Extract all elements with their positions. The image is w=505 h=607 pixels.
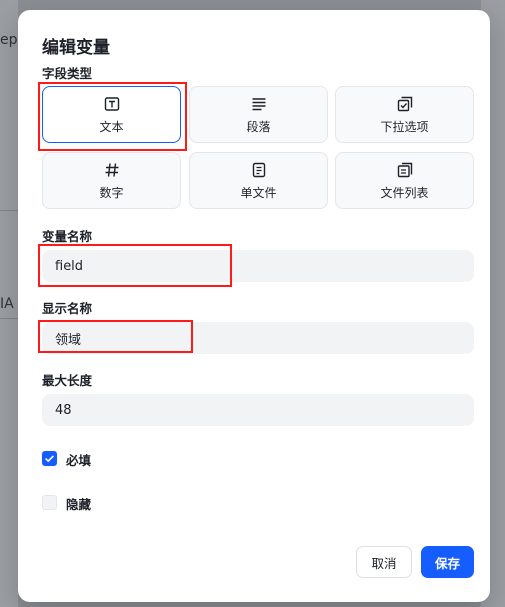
text-box-icon [104,97,119,111]
field-type-text-button[interactable]: 文本 [42,86,181,143]
hash-icon [105,163,118,177]
field-type-label-file-list: 文件列表 [380,186,429,200]
checkmark-icon [45,455,54,463]
field-type-paragraph-button[interactable]: 段落 [189,86,328,143]
display-name-input[interactable] [42,322,474,354]
save-button[interactable]: 保存 [421,546,474,578]
dialog-title: 编辑变量 [42,38,110,58]
dropdown-check-icon [397,96,412,112]
background-divider [0,210,18,211]
max-length-label: 最大长度 [42,373,93,388]
field-type-number-button[interactable]: 数字 [42,152,181,209]
variable-name-label: 变量名称 [42,229,93,244]
edit-variable-dialog: 编辑变量 字段类型 文本 段落 下拉选项 数字 单文件 文件列表 变量名称 fi… [18,10,490,602]
field-type-file-list-button[interactable]: 文件列表 [335,152,474,209]
background-divider [0,318,18,319]
field-type-file-button[interactable]: 单文件 [189,152,328,209]
field-type-dropdown-button[interactable]: 下拉选项 [335,86,474,143]
field-type-label: 字段类型 [42,66,93,81]
field-type-label-dropdown: 下拉选项 [380,120,429,134]
required-checkbox[interactable] [42,451,57,466]
cancel-button[interactable]: 取消 [356,546,412,578]
file-list-icon [397,162,412,178]
field-type-label-file: 单文件 [240,186,277,200]
field-type-label-number: 数字 [99,186,124,200]
field-type-label-paragraph: 段落 [246,120,271,134]
hidden-label: 隐藏 [66,497,92,512]
paragraph-lines-icon [252,98,265,111]
required-label: 必填 [66,453,92,468]
variable-name-input[interactable] [42,250,474,282]
hidden-checkbox[interactable] [42,495,57,510]
display-name-label: 显示名称 [42,301,93,316]
file-icon [252,162,265,178]
max-length-input[interactable] [42,394,474,426]
background-text-snippet: ep [0,32,18,48]
field-type-grid: 文本 段落 下拉选项 数字 单文件 文件列表 [42,86,474,210]
background-text-snippet-2: IA [0,296,14,312]
field-type-label-text: 文本 [99,120,124,134]
